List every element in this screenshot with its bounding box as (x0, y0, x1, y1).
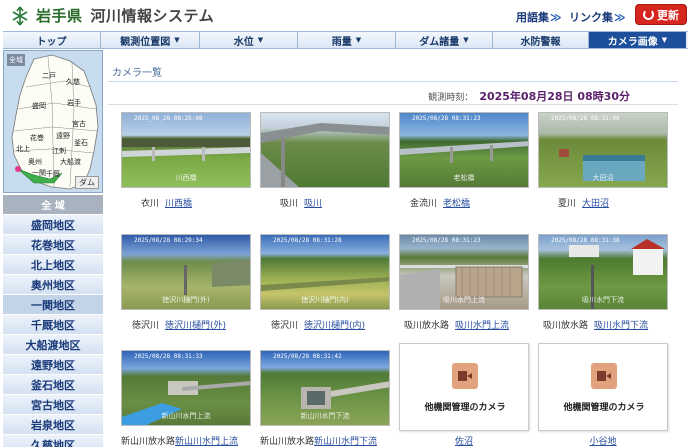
nav-water-level[interactable]: 水位 ▼ (200, 32, 298, 48)
nav-rainfall[interactable]: 雨量 ▼ (298, 32, 396, 48)
map-label: 大船渡 (60, 158, 81, 166)
glossary-link[interactable]: 用語集≫ (516, 9, 562, 25)
dropdown-arrow-icon: ▼ (355, 36, 362, 44)
update-button[interactable]: 更新 (635, 4, 687, 25)
area-kamaishi[interactable]: 釜石地区 (3, 375, 103, 395)
region-map[interactable]: 全域 二戸 久慈 岩手 盛岡 宮古 遠野 花巻 釜石 北上 奥州 大船渡 一関 … (3, 50, 103, 193)
map-label: 盛岡 (32, 102, 46, 110)
camera-caption: 衣川 川西橋 (121, 196, 251, 209)
area-tono[interactable]: 遠野地区 (3, 355, 103, 375)
nav-flood-warning[interactable]: 水防警報 (493, 32, 589, 48)
main-nav: トップ 観測位置図 ▼ 水位 ▼ 雨量 ▼ ダム諸量 ▼ 水防警報 カメラ画像 ▼ (3, 31, 688, 49)
camera-image[interactable]: 2025/08/28 08:31:38 吸川水門下流 (538, 234, 668, 310)
map-label: 遠野 (56, 132, 70, 140)
double-chevron-icon: ≫ (614, 11, 626, 24)
camera-caption: 吸川放水路 吸川水門下流 (538, 318, 668, 331)
camera-caption: 金流川 老松橋 (399, 196, 529, 209)
dropdown-arrow-icon: ▼ (174, 36, 180, 44)
section-title: カメラ一覧 (112, 68, 162, 79)
camera-caption: 徳沢川 徳沢川樋門(外) (121, 318, 251, 331)
main-content: カメラ一覧 観測時刻： 2025年08月28日 08時30分 2025_08_28… (108, 50, 688, 447)
area-senmaya[interactable]: 千厩地区 (3, 315, 103, 335)
station-link[interactable]: 吸川水門上流 (455, 318, 509, 331)
header: 岩手県 河川情報システム 用語集≫ リンク集≫ 更新 (0, 0, 690, 30)
camera-image[interactable]: 2025/08/28 08:31:06 大田沼 (538, 112, 668, 188)
nav-dam[interactable]: ダム諸量 ▼ (396, 32, 493, 48)
system-name: 河川情報システム (90, 7, 215, 25)
map-label: 岩手 (67, 99, 81, 107)
station-link[interactable]: 川西橋 (165, 196, 192, 209)
camera-image[interactable]: 2025/08/28 08:29:34 徳沢川樋門(外) (121, 234, 251, 310)
station-link[interactable]: 大田沼 (582, 196, 609, 209)
area-kitakami[interactable]: 北上地区 (3, 255, 103, 275)
camera-caption: 吸川 吸川 (260, 196, 390, 209)
other-agency-camera[interactable]: 他機関管理のカメラ (538, 343, 668, 431)
map-label: 江刺 (52, 147, 66, 155)
double-chevron-icon: ≫ (550, 11, 562, 24)
map-all-tag[interactable]: 全域 (7, 54, 25, 66)
station-link[interactable]: 老松橋 (443, 196, 470, 209)
station-link[interactable]: 佐沼 (455, 434, 473, 447)
divider (108, 81, 678, 82)
nav-observation-map[interactable]: 観測位置図 ▼ (101, 32, 200, 48)
station-link[interactable]: 徳沢川樋門(内) (304, 318, 365, 331)
nav-top[interactable]: トップ (3, 32, 101, 48)
camera-caption: 小谷地 (538, 434, 668, 447)
station-link[interactable]: 吸川水門下流 (594, 318, 648, 331)
links-link[interactable]: リンク集≫ (569, 9, 626, 25)
camera-image[interactable]: 2025/08/28 08:31:42 新山川水門下流 (260, 350, 390, 426)
area-ichinoseki[interactable]: 一関地区 (3, 295, 103, 315)
camera-caption: 新山川放水路 新山川水門下流 (260, 434, 390, 447)
camera-image[interactable]: 2025/08/28 08:31:28 徳沢川樋門(内) (260, 234, 390, 310)
nav-camera[interactable]: カメラ画像 ▼ (589, 32, 686, 48)
dropdown-arrow-icon: ▼ (661, 36, 668, 44)
other-agency-camera[interactable]: 他機関管理のカメラ (399, 343, 529, 431)
area-iwaizumi[interactable]: 岩泉地区 (3, 415, 103, 435)
station-link[interactable]: 徳沢川樋門(外) (165, 318, 226, 331)
area-oshu[interactable]: 奥州地区 (3, 275, 103, 295)
area-kuji[interactable]: 久慈地区 (3, 435, 103, 447)
camera-caption: 夏川 大田沼 (538, 196, 668, 209)
map-label: 花巻 (30, 134, 44, 142)
dropdown-arrow-icon: ▼ (257, 36, 264, 44)
divider (108, 104, 678, 105)
area-morioka[interactable]: 盛岡地区 (3, 215, 103, 235)
camera-image[interactable]: 2025/08/28 08:31:33 新山川水門上流 (121, 350, 251, 426)
area-list: 全 域 盛岡地区 花巻地区 北上地区 奥州地区 一関地区 千厩地区 大船渡地区 … (3, 195, 103, 447)
camera-image[interactable]: 2025/08/28 08:31:23 吸川水門上流 (399, 234, 529, 310)
station-link[interactable]: 小谷地 (589, 434, 616, 447)
map-label: 久慈 (66, 78, 80, 86)
map-label: 釜石 (74, 139, 88, 147)
map-label: 一関 (32, 169, 46, 177)
map-label: 北上 (16, 145, 30, 153)
camera-image[interactable]: 2025/08/28 08:31:23 老松橋 (399, 112, 529, 188)
area-miyako[interactable]: 宮古地区 (3, 395, 103, 415)
refresh-icon (643, 9, 654, 20)
sidebar: 全域 二戸 久慈 岩手 盛岡 宮古 遠野 花巻 釜石 北上 奥州 大船渡 一関 … (3, 50, 103, 447)
camera-caption: 佐沼 (399, 434, 529, 447)
map-label: 奥州 (28, 158, 42, 166)
camera-image[interactable]: 2025_08_28 08:25:08 川西橋 (121, 112, 251, 188)
map-label: 千厩 (46, 170, 60, 178)
prefecture-name: 岩手県 (36, 7, 83, 25)
prefecture-emblem-icon (12, 6, 28, 26)
station-link[interactable]: 新山川水門上流 (175, 434, 238, 447)
video-camera-icon (452, 363, 478, 389)
video-camera-icon (591, 363, 617, 389)
station-link[interactable]: 新山川水門下流 (314, 434, 377, 447)
area-ofunato[interactable]: 大船渡地区 (3, 335, 103, 355)
area-all[interactable]: 全 域 (3, 195, 103, 215)
station-link[interactable]: 吸川 (304, 196, 322, 209)
camera-caption: 吸川放水路 吸川水門上流 (399, 318, 529, 331)
map-label: 二戸 (42, 72, 56, 80)
site-title[interactable]: 岩手県 河川情報システム (36, 5, 214, 26)
camera-caption: 徳沢川 徳沢川樋門(内) (260, 318, 390, 331)
camera-image[interactable] (260, 112, 390, 188)
camera-caption: 新山川放水路 新山川水門上流 (121, 434, 251, 447)
map-dam-tag[interactable]: ダム (75, 176, 99, 189)
observation-time: 観測時刻： 2025年08月28日 08時30分 (428, 90, 630, 103)
dropdown-arrow-icon: ▼ (463, 36, 469, 44)
map-label: 宮古 (72, 120, 86, 128)
area-hanamaki[interactable]: 花巻地区 (3, 235, 103, 255)
